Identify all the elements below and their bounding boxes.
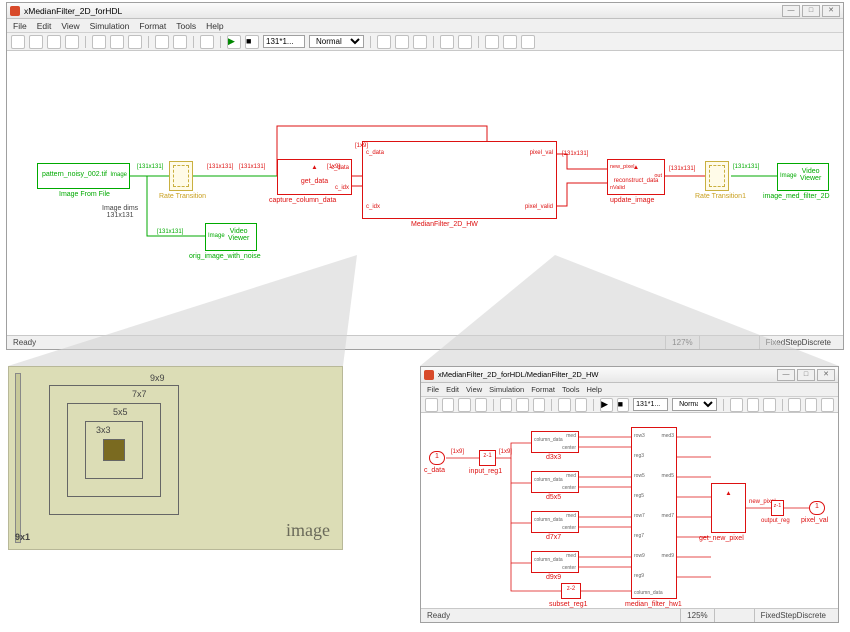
label-7x7: 7x7 xyxy=(132,389,147,399)
inport-cdata[interactable]: 1 xyxy=(429,451,445,465)
sub-toolbar: ▶ ■ Normal xyxy=(421,397,838,413)
sub-statusbar: Ready 125% FixedStepDiscrete xyxy=(421,608,838,622)
toolbar-button[interactable] xyxy=(730,398,743,412)
d9x9-block[interactable]: column_data med center xyxy=(531,551,579,573)
minimize-button[interactable]: — xyxy=(777,369,795,381)
sub-window-title: xMedianFilter_2D_forHDL/MedianFilter_2D_… xyxy=(438,370,598,379)
subset-reg-label: subset_reg1 xyxy=(549,601,588,608)
sub-simulink-window: xMedianFilter_2D_forHDL/MedianFilter_2D_… xyxy=(420,366,839,623)
d9x9-label: d9x9 xyxy=(546,574,561,581)
toolbar-sep xyxy=(593,399,594,411)
status-solver: FixedStepDiscrete xyxy=(754,609,832,622)
sub-titlebar[interactable]: xMedianFilter_2D_forHDL/MedianFilter_2D_… xyxy=(421,367,838,383)
menu-simulation[interactable]: Simulation xyxy=(489,385,524,394)
toolbar-button[interactable] xyxy=(763,398,776,412)
d7x7-label: d7x7 xyxy=(546,534,561,541)
menu-view[interactable]: View xyxy=(466,385,482,394)
menu-help[interactable]: Help xyxy=(586,385,601,394)
toolbar-button[interactable] xyxy=(821,398,834,412)
toolbar-sep xyxy=(723,399,724,411)
redo-button[interactable] xyxy=(575,398,588,412)
label-3x3: 3x3 xyxy=(96,425,111,435)
sub-canvas[interactable]: 1 c_data [1x9] z-1 input_reg1 [1x9] colu… xyxy=(421,413,838,608)
output-reg-block[interactable]: z-1 xyxy=(771,500,784,516)
outport-pixelval[interactable]: 1 xyxy=(809,501,825,515)
paste-button[interactable] xyxy=(533,398,546,412)
subset-reg-block[interactable]: z-2 xyxy=(561,583,581,599)
median-filter-hw1-block[interactable]: row3 reg3 row5 reg5 row7 reg7 row9 reg9 … xyxy=(631,427,677,599)
status-empty xyxy=(714,609,754,622)
new-button[interactable] xyxy=(425,398,438,412)
status-ready: Ready xyxy=(427,611,450,620)
menu-edit[interactable]: Edit xyxy=(446,385,459,394)
box-3x3 xyxy=(103,439,125,461)
play-button[interactable]: ▶ xyxy=(600,398,613,412)
input-reg-label: input_reg1 xyxy=(469,468,502,475)
image-label: image xyxy=(286,520,330,541)
inport-cdata-label: c_data xyxy=(424,467,445,474)
column-9x1 xyxy=(15,373,21,543)
d3x3-block[interactable]: column_data med center xyxy=(531,431,579,453)
outport-label: pixel_val xyxy=(801,517,828,524)
input-reg-block[interactable]: z-1 xyxy=(479,450,496,466)
d5x5-block[interactable]: column_data med center xyxy=(531,471,579,493)
d7x7-block[interactable]: column_data med center xyxy=(531,511,579,533)
label-9x1: 9x1 xyxy=(15,532,30,542)
label-5x5: 5x5 xyxy=(113,407,128,417)
save-button[interactable] xyxy=(458,398,471,412)
close-button[interactable]: ✕ xyxy=(817,369,835,381)
status-zoom: 125% xyxy=(680,609,713,622)
d5x5-label: d5x5 xyxy=(546,494,561,501)
nested-window-diagram: 9x1 3x3 5x5 7x7 9x9 image xyxy=(8,366,343,550)
label-9x9: 9x9 xyxy=(150,373,165,383)
get-new-pixel-label: get_new_pixel xyxy=(699,535,744,542)
toolbar-sep xyxy=(493,399,494,411)
undo-button[interactable] xyxy=(558,398,571,412)
toolbar-button[interactable] xyxy=(747,398,760,412)
sig-label: [1x9] xyxy=(451,449,464,455)
toolbar-sep xyxy=(551,399,552,411)
menu-format[interactable]: Format xyxy=(531,385,555,394)
d3x3-label: d3x3 xyxy=(546,454,561,461)
toolbar-button[interactable] xyxy=(788,398,801,412)
menu-tools[interactable]: Tools xyxy=(562,385,580,394)
print-button[interactable] xyxy=(475,398,488,412)
stop-button[interactable]: ■ xyxy=(617,398,630,412)
stop-time-input[interactable] xyxy=(633,398,668,411)
maximize-button[interactable]: □ xyxy=(797,369,815,381)
median-filter-hw1-label: median_filter_hw1 xyxy=(625,601,682,608)
sub-menubar: File Edit View Simulation Format Tools H… xyxy=(421,383,838,397)
copy-button[interactable] xyxy=(516,398,529,412)
cut-button[interactable] xyxy=(500,398,513,412)
toolbar-sep xyxy=(782,399,783,411)
sig-label: [1x9] xyxy=(499,449,512,455)
open-button[interactable] xyxy=(442,398,455,412)
output-reg-label: output_reg xyxy=(761,518,790,524)
menu-file[interactable]: File xyxy=(427,385,439,394)
get-new-pixel-block[interactable]: ▲ xyxy=(711,483,746,533)
sim-mode-select[interactable]: Normal xyxy=(672,398,717,411)
port-cdata: column_data xyxy=(634,590,663,596)
app-icon xyxy=(424,370,434,380)
toolbar-button[interactable] xyxy=(805,398,818,412)
